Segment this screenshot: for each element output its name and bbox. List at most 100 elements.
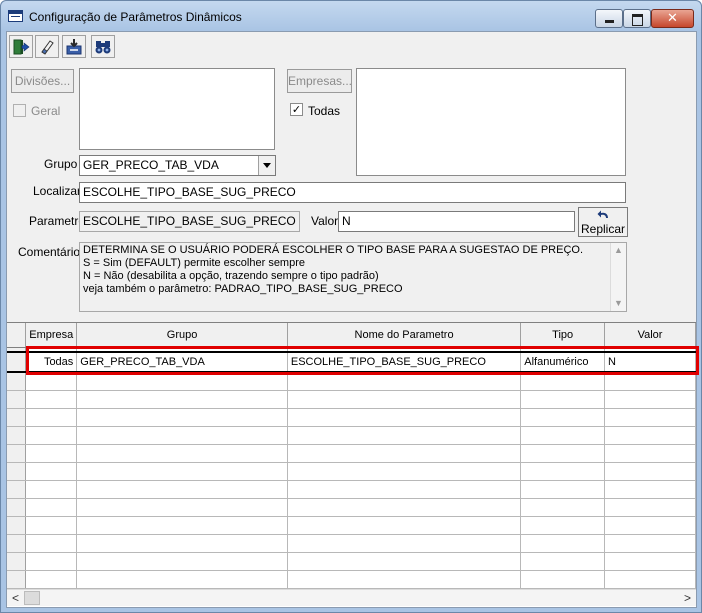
table-cell[interactable] [287,390,522,409]
column-header-tipo[interactable]: Tipo [520,323,606,348]
maximize-button[interactable] [623,9,651,28]
table-cell[interactable] [25,534,78,553]
table-cell[interactable] [520,408,606,427]
table-cell[interactable] [287,552,522,571]
table-cell[interactable] [520,372,606,391]
table-row[interactable] [7,552,696,571]
exit-button[interactable] [9,35,33,58]
save-button[interactable] [62,35,86,58]
table-cell[interactable] [604,426,696,445]
table-cell[interactable] [287,462,522,481]
table-cell[interactable] [25,480,78,499]
todas-checkbox[interactable]: ✓ [290,103,303,116]
empresas-button[interactable]: Empresas... [287,69,352,93]
table-cell[interactable] [287,570,522,589]
table-cell[interactable] [25,408,78,427]
table-cell[interactable] [76,516,288,535]
cell-valor[interactable]: N [604,351,696,373]
table-cell[interactable] [604,408,696,427]
table-cell[interactable] [520,552,606,571]
scroll-up-icon[interactable]: ▲ [611,243,626,258]
table-cell[interactable] [76,498,288,517]
table-row[interactable] [7,444,696,463]
table-cell[interactable] [604,552,696,571]
table-cell[interactable] [604,570,696,589]
cell-grupo[interactable]: GER_PRECO_TAB_VDA [76,351,288,373]
table-cell[interactable] [76,408,288,427]
table-row[interactable]: Todas GER_PRECO_TAB_VDA ESCOLHE_TIPO_BAS… [7,351,696,373]
comentarios-memo[interactable]: DETERMINA SE O USUÁRIO PODERÁ ESCOLHER O… [79,242,627,312]
empresas-list[interactable] [356,68,626,176]
table-cell[interactable] [604,498,696,517]
scroll-down-icon[interactable]: ▼ [611,296,626,311]
table-row[interactable] [7,372,696,391]
table-cell[interactable] [604,444,696,463]
cell-empresa[interactable]: Todas [25,351,78,373]
cell-nome[interactable]: ESCOLHE_TIPO_BASE_SUG_PRECO [287,351,522,373]
grid-horizontal-scrollbar[interactable]: < > [7,589,696,606]
table-row[interactable] [7,534,696,553]
table-row[interactable] [7,516,696,535]
column-header-valor[interactable]: Valor [604,323,696,348]
table-cell[interactable] [76,426,288,445]
scroll-thumb[interactable] [24,591,40,605]
cell-tipo[interactable]: Alfanumérico [520,351,606,373]
scroll-left-icon[interactable]: < [7,590,24,606]
grupo-select[interactable]: GER_PRECO_TAB_VDA [79,155,276,176]
comentarios-scrollbar[interactable]: ▲ ▼ [610,243,626,311]
divisoes-button[interactable]: Divisões... [11,69,74,93]
table-cell[interactable] [287,426,522,445]
table-cell[interactable] [287,444,522,463]
table-cell[interactable] [520,390,606,409]
minimize-button[interactable] [595,9,623,28]
table-cell[interactable] [25,570,78,589]
table-cell[interactable] [520,462,606,481]
geral-checkbox[interactable] [13,104,26,117]
replicar-button[interactable]: Replicar [578,207,628,237]
table-cell[interactable] [25,552,78,571]
table-row[interactable] [7,462,696,481]
table-cell[interactable] [604,534,696,553]
table-cell[interactable] [520,534,606,553]
table-row[interactable] [7,480,696,499]
table-cell[interactable] [287,372,522,391]
table-cell[interactable] [76,480,288,499]
close-button[interactable]: ✕ [651,9,694,28]
app-icon[interactable] [8,10,23,22]
table-cell[interactable] [76,552,288,571]
table-row[interactable] [7,408,696,427]
divisoes-list[interactable] [79,68,275,150]
table-cell[interactable] [76,462,288,481]
table-cell[interactable] [604,390,696,409]
table-cell[interactable] [604,516,696,535]
table-cell[interactable] [520,498,606,517]
table-cell[interactable] [287,498,522,517]
table-cell[interactable] [520,516,606,535]
scroll-right-icon[interactable]: > [679,590,696,606]
column-header-grupo[interactable]: Grupo [76,323,288,348]
table-row[interactable] [7,390,696,409]
valor-input[interactable]: N [338,211,575,232]
title-bar[interactable]: Configuração de Parâmetros Dinâmicos ✕ [1,1,701,31]
table-cell[interactable] [604,480,696,499]
column-header-empresa[interactable]: Empresa [25,323,78,348]
table-cell[interactable] [76,444,288,463]
table-cell[interactable] [76,534,288,553]
table-row[interactable] [7,498,696,517]
table-cell[interactable] [520,480,606,499]
table-cell[interactable] [604,462,696,481]
table-cell[interactable] [25,498,78,517]
table-cell[interactable] [520,426,606,445]
search-button[interactable] [91,35,115,58]
table-cell[interactable] [287,408,522,427]
table-cell[interactable] [25,372,78,391]
table-cell[interactable] [604,372,696,391]
table-row[interactable] [7,570,696,589]
table-cell[interactable] [76,570,288,589]
table-cell[interactable] [287,534,522,553]
table-cell[interactable] [25,390,78,409]
table-cell[interactable] [25,426,78,445]
table-cell[interactable] [76,390,288,409]
table-cell[interactable] [76,372,288,391]
table-cell[interactable] [287,480,522,499]
